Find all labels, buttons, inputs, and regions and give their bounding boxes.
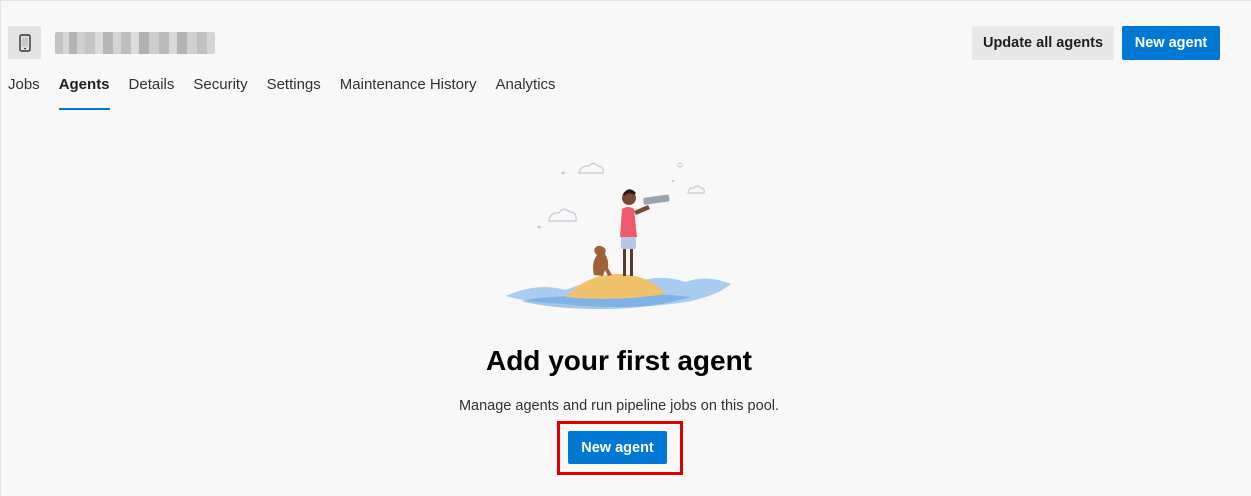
- new-agent-header-button[interactable]: New agent: [1122, 26, 1220, 60]
- tab-jobs[interactable]: Jobs: [8, 73, 40, 111]
- tab-maintenance-history[interactable]: Maintenance History: [340, 73, 477, 111]
- pool-name: ████████████████: [55, 32, 215, 54]
- empty-state-description: Manage agents and run pipeline jobs on t…: [458, 398, 780, 414]
- empty-state-illustration: [506, 162, 731, 309]
- tab-agents[interactable]: Agents: [58, 73, 110, 111]
- tab-analytics[interactable]: Analytics: [496, 73, 556, 111]
- tab-bar: Jobs Agents Details Security Settings Ma…: [1, 73, 575, 111]
- tab-settings[interactable]: Settings: [267, 73, 321, 111]
- empty-state-title: Add your first agent: [485, 345, 752, 376]
- tab-details[interactable]: Details: [129, 73, 175, 111]
- update-all-agents-button[interactable]: Update all agents: [972, 26, 1114, 60]
- device-icon: [8, 26, 41, 59]
- tab-security[interactable]: Security: [193, 73, 247, 111]
- new-agent-button[interactable]: New agent: [568, 431, 667, 464]
